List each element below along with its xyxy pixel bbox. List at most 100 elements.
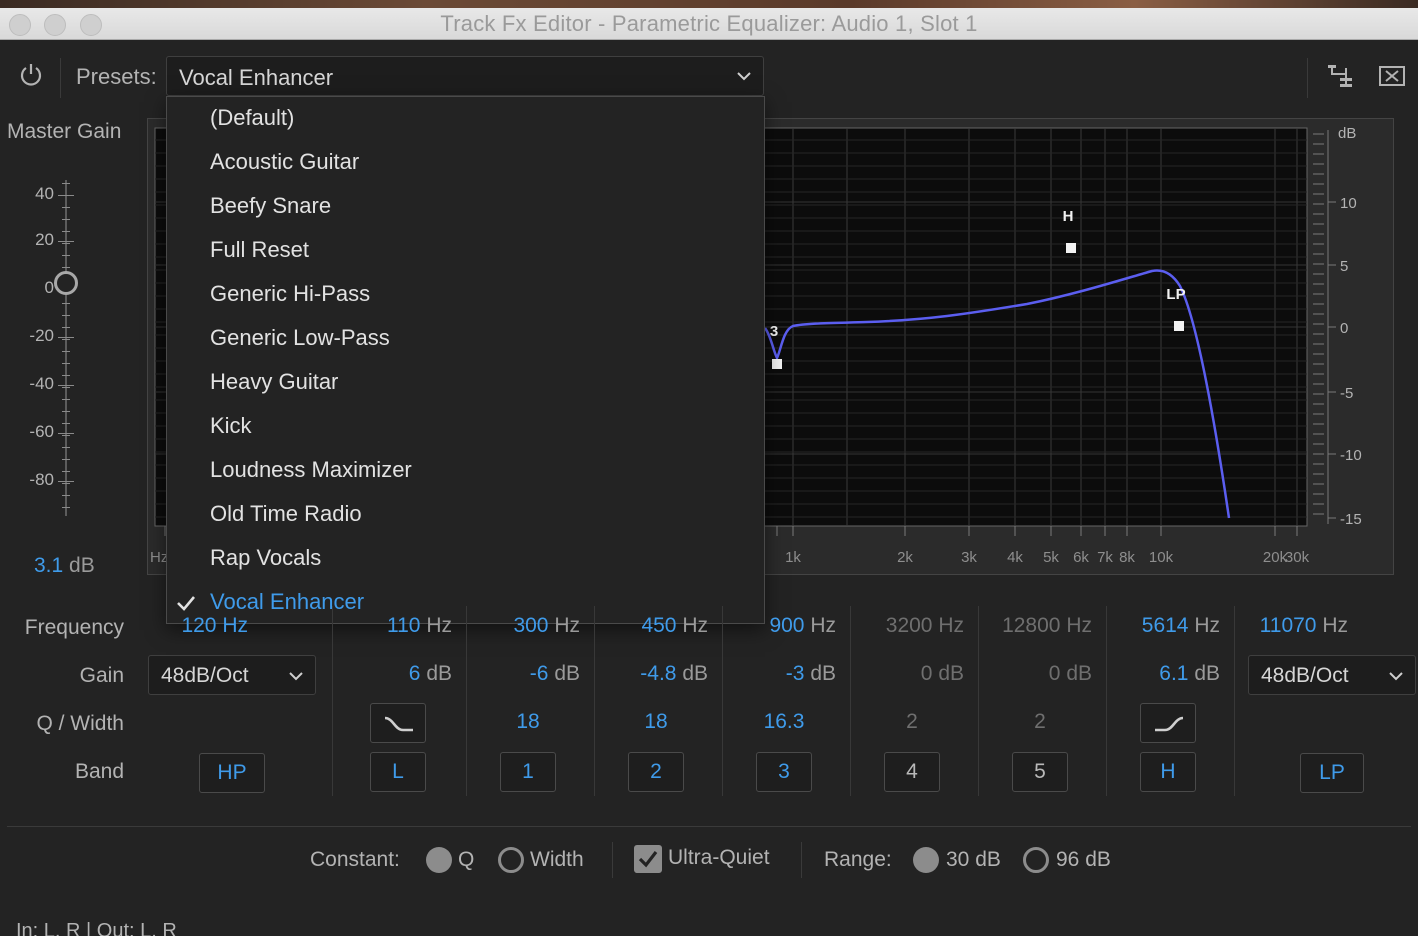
band-q-value[interactable]: 2 — [872, 710, 952, 734]
band-lp-button[interactable]: LP — [1300, 753, 1364, 793]
io-routing-text: In: L, R | Out: L, R — [16, 920, 177, 936]
frequency-tick-label: 8k — [1119, 549, 1135, 566]
constant-width-radio[interactable] — [498, 847, 524, 873]
band-toggle-button[interactable]: 5 — [1012, 752, 1068, 792]
master-gain-minor-tick — [62, 375, 70, 376]
master-gain-minor-tick — [62, 303, 70, 304]
db-tick-label: -10 — [1340, 447, 1362, 464]
options-divider-vertical — [801, 842, 802, 878]
menu-item[interactable]: Generic Hi-Pass — [210, 281, 370, 307]
band-gain-value[interactable]: 6 dB — [334, 662, 452, 686]
band-handle[interactable] — [1174, 321, 1184, 331]
frequency-tick-label: 20k — [1263, 549, 1288, 566]
band-gain-unit: dB — [938, 662, 964, 685]
master-gain-minor-tick — [62, 447, 70, 448]
menu-item[interactable]: Generic Low-Pass — [210, 325, 390, 351]
menu-item[interactable]: Acoustic Guitar — [210, 149, 359, 175]
band-frequency-value[interactable]: 5614 Hz — [1108, 614, 1220, 638]
band-toggle-button[interactable]: 2 — [628, 752, 684, 792]
frequency-tick-label: 5k — [1043, 549, 1059, 566]
band-gain-value[interactable]: -4.8 dB — [596, 662, 708, 686]
menu-item[interactable]: Rap Vocals — [210, 545, 321, 571]
hp-frequency-value[interactable]: 120 Hz — [160, 614, 248, 638]
band-frequency-value[interactable]: 110 Hz — [334, 614, 452, 638]
constant-q-label: Q — [458, 848, 475, 871]
db-tick-labels: 10 5 0 -5 -10 -15 — [1340, 195, 1362, 528]
band-handle[interactable] — [772, 359, 782, 369]
routing-icon[interactable] — [1326, 62, 1354, 90]
band-gain-unit: dB — [682, 662, 708, 685]
band-q-value[interactable]: 16.3 — [744, 710, 824, 734]
ultra-quiet-checkbox[interactable] — [634, 845, 662, 873]
band-frequency-value[interactable]: 450 Hz — [596, 614, 708, 638]
close-icon[interactable] — [1378, 62, 1406, 90]
menu-item[interactable]: Beefy Snare — [210, 193, 331, 219]
band-gain-number: 6 — [408, 662, 421, 685]
power-icon[interactable] — [18, 62, 44, 88]
band-q-value[interactable]: 18 — [488, 710, 568, 734]
band-gain-value[interactable]: 6.1 dB — [1108, 662, 1220, 686]
high-shelf-icon — [1155, 716, 1184, 732]
master-gain-slider-thumb[interactable] — [54, 271, 78, 295]
band-handle[interactable] — [1066, 243, 1076, 253]
gain-row-label: Gain — [79, 664, 124, 687]
lp-frequency-value[interactable]: 11070 Hz — [1246, 614, 1348, 638]
frequency-tick-label: 10k — [1149, 549, 1174, 566]
master-gain-minor-tick — [62, 267, 70, 268]
band-gain-value[interactable]: 0 dB — [852, 662, 964, 686]
checkmark-icon — [638, 851, 658, 868]
high-shelf-button[interactable] — [1140, 703, 1196, 743]
band-handle-label: LP — [1166, 286, 1185, 303]
band-gain-number: 6.1 — [1159, 662, 1189, 685]
band-q-value[interactable]: 2 — [1000, 710, 1080, 734]
master-gain-number: 3.1 — [34, 554, 64, 577]
menu-item[interactable]: Kick — [210, 413, 252, 439]
column-divider — [850, 606, 851, 796]
presets-menu[interactable]: (Default) Acoustic Guitar Beefy Snare Full … — [166, 96, 765, 624]
band-toggle-button[interactable]: H — [1140, 752, 1196, 792]
band-toggle-button[interactable]: L — [370, 752, 426, 792]
options-divider-vertical — [612, 842, 613, 878]
band-frequency-number: 450 — [641, 614, 677, 637]
band-toggle-button[interactable]: 3 — [756, 752, 812, 792]
options-divider — [7, 826, 1411, 827]
band-gain-value[interactable]: 0 dB — [980, 662, 1092, 686]
band-toggle-button[interactable]: 4 — [884, 752, 940, 792]
master-gain-minor-tick — [62, 423, 70, 424]
hp-slope-dropdown[interactable]: 48dB/Oct — [148, 655, 316, 695]
menu-item[interactable]: Full Reset — [210, 237, 309, 263]
band-frequency-value[interactable]: 300 Hz — [468, 614, 580, 638]
master-gain-tick-label: 20 — [35, 230, 54, 249]
toolbar-divider — [1307, 58, 1308, 98]
constant-q-radio[interactable] — [426, 847, 452, 873]
frequency-tick-label: 4k — [1007, 549, 1023, 566]
master-gain-value[interactable]: 3.1 dB — [34, 554, 95, 578]
column-divider — [332, 606, 333, 796]
menu-item[interactable]: (Default) — [210, 105, 294, 131]
master-gain-minor-tick — [62, 183, 70, 184]
master-gain-minor-tick — [62, 255, 70, 256]
low-shelf-button[interactable] — [370, 703, 426, 743]
band-gain-value[interactable]: -3 dB — [724, 662, 836, 686]
menu-item[interactable]: Loudness Maximizer — [210, 457, 412, 483]
menu-item[interactable]: Heavy Guitar — [210, 369, 338, 395]
master-gain-minor-tick — [62, 315, 70, 316]
band-gain-unit: dB — [1066, 662, 1092, 685]
presets-dropdown[interactable]: Vocal Enhancer — [166, 56, 764, 96]
menu-item[interactable]: Vocal Enhancer — [210, 589, 364, 615]
range-30db-radio[interactable] — [913, 847, 939, 873]
range-96db-radio[interactable] — [1023, 847, 1049, 873]
master-gain-minor-tick — [62, 399, 70, 400]
band-gain-value[interactable]: -6 dB — [468, 662, 580, 686]
band-hp-button[interactable]: HP — [199, 753, 265, 793]
menu-item[interactable]: Old Time Radio — [210, 501, 362, 527]
band-frequency-value[interactable]: 12800 Hz — [980, 614, 1092, 638]
band-toggle-button[interactable]: 1 — [500, 752, 556, 792]
band-frequency-value[interactable]: 900 Hz — [724, 614, 836, 638]
band-q-value[interactable]: 18 — [616, 710, 696, 734]
lp-slope-dropdown[interactable]: 48dB/Oct — [1248, 655, 1416, 695]
band-frequency-value[interactable]: 3200 Hz — [852, 614, 964, 638]
band-frequency-unit: Hz — [682, 614, 708, 637]
band-frequency-number: 12800 — [1002, 614, 1061, 637]
master-gain-minor-tick — [62, 207, 70, 208]
